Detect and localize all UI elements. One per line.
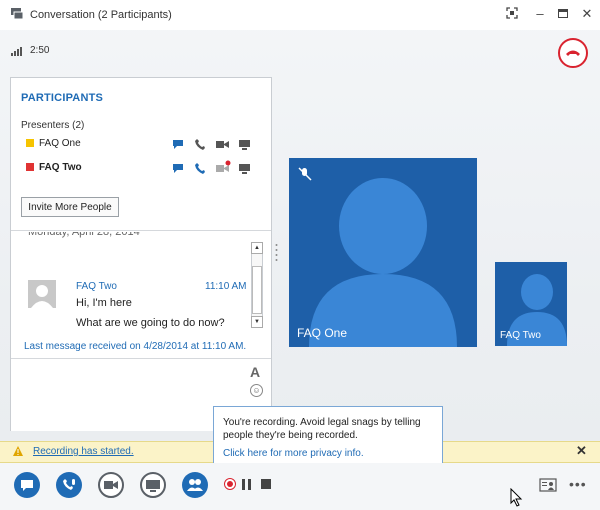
hang-up-button[interactable] bbox=[558, 38, 588, 68]
participants-button[interactable] bbox=[182, 472, 208, 498]
monitor-icon bbox=[146, 480, 160, 492]
call-timer: 2:50 bbox=[30, 45, 50, 56]
scroll-thumb[interactable] bbox=[252, 266, 262, 314]
avatar bbox=[28, 280, 56, 308]
maximize-button[interactable] bbox=[558, 9, 568, 18]
video-camera-icon[interactable] bbox=[216, 140, 229, 149]
record-indicator-icon bbox=[227, 481, 233, 487]
lync-conversation-icon bbox=[11, 8, 24, 20]
presence-indicator bbox=[26, 163, 34, 171]
message-time: 11:10 AM bbox=[205, 281, 247, 292]
pause-recording-icon[interactable] bbox=[242, 479, 251, 490]
call-controls-button[interactable] bbox=[56, 472, 82, 498]
main-video-name: FAQ One bbox=[297, 326, 348, 340]
phone-icon[interactable] bbox=[194, 138, 206, 150]
participant-silhouette-icon bbox=[309, 178, 457, 347]
video-button[interactable] bbox=[98, 472, 124, 498]
phone-icon[interactable] bbox=[194, 162, 206, 174]
self-video-tile[interactable]: FAQ Two bbox=[495, 262, 567, 346]
message-line: What are we going to do now? bbox=[76, 317, 225, 329]
message-sender[interactable]: FAQ Two bbox=[76, 281, 117, 292]
chat-date-header: Monday, April 28, 2014 bbox=[28, 232, 140, 238]
stop-recording-icon[interactable] bbox=[261, 479, 271, 489]
participant-name[interactable]: FAQ One bbox=[39, 138, 81, 149]
phone-mic-icon bbox=[63, 479, 75, 490]
video-camera-icon bbox=[104, 481, 118, 489]
participants-heading: PARTICIPANTS bbox=[21, 92, 104, 104]
last-message-status: Last message received on 4/28/2014 at 11… bbox=[24, 341, 247, 352]
message-line: Hi, I'm here bbox=[76, 297, 132, 309]
full-screen-icon[interactable] bbox=[505, 6, 521, 22]
participant-name[interactable]: FAQ Two bbox=[39, 162, 82, 173]
font-icon[interactable]: A bbox=[250, 364, 260, 380]
record-button[interactable] bbox=[224, 478, 236, 490]
presence-indicator bbox=[26, 139, 34, 147]
window-title: Conversation (2 Participants) bbox=[30, 9, 172, 21]
present-button[interactable] bbox=[140, 472, 166, 498]
banner-close-button[interactable]: ✕ bbox=[576, 443, 587, 459]
mouse-pointer-icon bbox=[510, 488, 523, 507]
muted-mic-icon bbox=[298, 167, 312, 181]
panel-divider bbox=[11, 230, 271, 231]
minimize-button[interactable]: – bbox=[532, 6, 548, 22]
video-off-icon[interactable] bbox=[216, 160, 232, 174]
emoticon-icon[interactable]: ☺ bbox=[250, 384, 263, 397]
more-options-icon[interactable]: ••• bbox=[569, 476, 587, 492]
desktop-share-icon[interactable] bbox=[238, 139, 251, 150]
desktop-share-icon[interactable] bbox=[238, 163, 251, 174]
privacy-info-link[interactable]: Click here for more privacy info. bbox=[223, 448, 364, 459]
recording-started-link[interactable]: Recording has started. bbox=[33, 446, 134, 457]
main-video-tile[interactable]: FAQ One bbox=[289, 158, 477, 347]
people-icon bbox=[187, 479, 203, 491]
scroll-up-button[interactable]: ▲ bbox=[251, 242, 263, 254]
warning-icon bbox=[13, 446, 23, 456]
resize-grip-icon[interactable] bbox=[275, 243, 278, 263]
im-icon[interactable] bbox=[172, 163, 184, 174]
close-button[interactable]: ✕ bbox=[579, 6, 595, 22]
contact-card-icon[interactable] bbox=[539, 476, 559, 494]
invite-more-people-button[interactable]: Invite More People bbox=[21, 197, 119, 217]
signal-strength-icon bbox=[11, 47, 22, 56]
presenters-group-label: Presenters (2) bbox=[21, 120, 85, 131]
default-avatar-icon bbox=[31, 285, 53, 308]
im-icon[interactable] bbox=[172, 139, 184, 150]
scroll-down-button[interactable]: ▼ bbox=[251, 316, 263, 328]
tooltip-text: You're recording. Avoid legal snags by t… bbox=[223, 417, 421, 441]
chat-bubble-icon bbox=[21, 480, 33, 491]
self-video-name: FAQ Two bbox=[500, 330, 541, 341]
hang-up-phone-icon bbox=[566, 50, 580, 56]
im-button[interactable] bbox=[14, 472, 40, 498]
